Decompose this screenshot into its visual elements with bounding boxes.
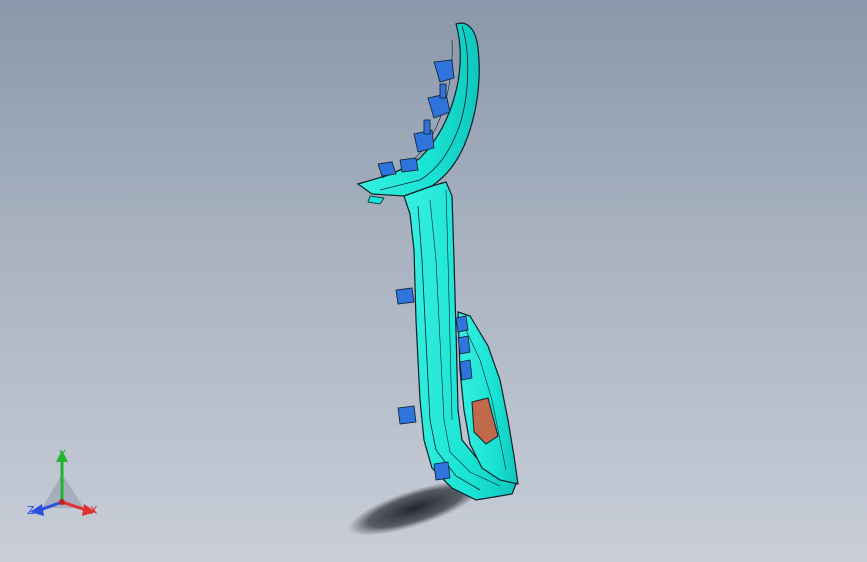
z-axis-label: Z <box>27 504 35 517</box>
top-hook <box>367 195 385 205</box>
graphics-viewport[interactable]: Y X Z <box>0 0 867 562</box>
triad-graphic <box>30 450 96 516</box>
3d-model-view[interactable] <box>0 0 867 562</box>
y-axis-label: Y <box>59 448 66 461</box>
upper-arm[interactable] <box>356 22 480 197</box>
axis-triad: Y X Z <box>22 446 112 526</box>
x-axis-label: X <box>90 504 98 517</box>
